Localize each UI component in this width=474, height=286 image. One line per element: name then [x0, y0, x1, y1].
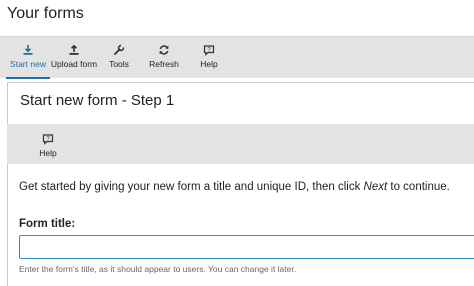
help-icon: ? — [203, 45, 215, 56]
intro-text: Get started by giving your new form a ti… — [19, 181, 450, 193]
panel-help-label: Help — [39, 148, 57, 158]
start-new-label: Start new — [10, 59, 46, 69]
intro-text-start: Get started by giving your new form a ti… — [19, 181, 364, 193]
upload-form-label: Upload form — [50, 59, 98, 69]
help-icon: ? — [42, 134, 54, 145]
upload-form-button[interactable]: Upload form — [50, 37, 98, 79]
refresh-icon — [159, 45, 169, 55]
wrench-icon — [114, 44, 125, 55]
form-title-label: Form title: — [19, 218, 76, 230]
start-new-button[interactable]: Start new — [6, 37, 50, 79]
tools-button[interactable]: Tools — [104, 37, 134, 79]
main-toolbar: Start new Upload form Tools Refresh ? He… — [0, 36, 474, 79]
refresh-label: Refresh — [149, 59, 179, 69]
next-emphasis: Next — [363, 181, 388, 193]
page-title: Your forms — [7, 5, 84, 22]
form-title-input[interactable] — [19, 235, 474, 259]
panel-help-button[interactable]: ? Help — [33, 124, 63, 158]
panel-title: Start new form - Step 1 — [20, 92, 175, 109]
panel-toolbar: ? Help — [7, 124, 474, 164]
form-title-hint: Enter the form's title, as it should app… — [19, 264, 297, 274]
intro-text-end: to continue. — [387, 181, 450, 193]
download-icon — [23, 45, 33, 55]
help-button[interactable]: ? Help — [194, 37, 224, 79]
tools-label: Tools — [109, 59, 129, 69]
upload-icon — [69, 44, 79, 55]
refresh-button[interactable]: Refresh — [146, 37, 182, 79]
help-label: Help — [200, 59, 218, 69]
